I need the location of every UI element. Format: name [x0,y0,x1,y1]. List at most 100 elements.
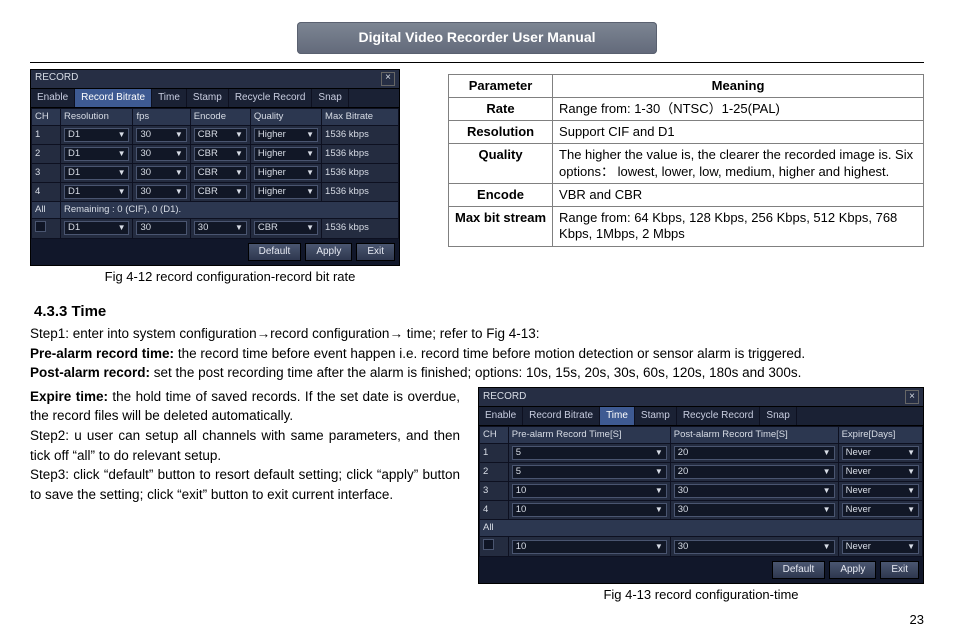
fps-select[interactable]: 30▼ [136,147,186,161]
tab-recycle[interactable]: Recycle Record [677,407,761,426]
expire-select[interactable]: Never▼ [842,540,919,554]
chevron-down-icon: ▼ [306,130,314,140]
fig-4-13-caption: Fig 4-13 record configuration-time [478,587,924,603]
chevron-down-icon: ▼ [306,223,314,233]
manual-banner: Digital Video Recorder User Manual [297,22,657,54]
col-encode: Encode [190,109,250,126]
expire-select[interactable]: Never▼ [842,465,919,479]
prealarm-select[interactable]: 5▼ [512,465,667,479]
chevron-down-icon: ▼ [235,130,243,140]
panel-title: RECORD [483,391,526,404]
col-fps: fps [133,109,190,126]
postalarm-select[interactable]: 30▼ [674,484,835,498]
prealarm-select[interactable]: 5▼ [512,446,667,460]
resolution-select[interactable]: D1▼ [64,128,130,142]
tab-record-bitrate[interactable]: Record Bitrate [75,89,152,108]
expire-select[interactable]: Never▼ [842,503,919,517]
postalarm-select[interactable]: 20▼ [674,446,835,460]
tab-record-bitrate[interactable]: Record Bitrate [523,407,600,426]
all-checkbox[interactable] [483,539,494,550]
chevron-down-icon: ▼ [907,542,915,552]
fps-select[interactable]: 30▼ [136,185,186,199]
chevron-down-icon: ▼ [823,542,831,552]
fig-4-13-panel: RECORD × Enable Record Bitrate Time Stam… [478,387,924,585]
col-quality: Quality [250,109,321,126]
quality-select[interactable]: Higher▼ [254,128,318,142]
close-icon[interactable]: × [381,72,395,86]
chevron-down-icon: ▼ [118,187,126,197]
table-row: 2 5▼ 20▼ Never▼ [480,463,923,482]
chevron-down-icon: ▼ [118,168,126,178]
resolution-select[interactable]: D1▼ [64,166,130,180]
close-icon[interactable]: × [905,390,919,404]
all-row: 10▼ 30▼ Never▼ [480,537,923,557]
expire-select[interactable]: Never▼ [842,484,919,498]
encode-select[interactable]: CBR▼ [194,147,247,161]
chevron-down-icon: ▼ [655,542,663,552]
encode-select[interactable]: CBR▼ [194,128,247,142]
page-number: 23 [910,612,924,628]
expire-select[interactable]: Never▼ [842,446,919,460]
postalarm-text: Post-alarm record: set the post recordin… [30,363,924,383]
chevron-down-icon: ▼ [823,486,831,496]
chevron-down-icon: ▼ [907,467,915,477]
chevron-down-icon: ▼ [655,486,663,496]
tab-time[interactable]: Time [152,89,187,108]
fps2-select[interactable]: 30▼ [194,221,247,235]
bitrate-grid: CH Resolution fps Encode Quality Max Bit… [31,108,399,239]
tab-recycle[interactable]: Recycle Record [229,89,313,108]
param-head-meaning: Meaning [553,74,924,97]
apply-button[interactable]: Apply [829,561,876,580]
tab-snap[interactable]: Snap [760,407,796,426]
encode-select[interactable]: CBR▼ [194,185,247,199]
default-button[interactable]: Default [772,561,826,580]
tab-enable[interactable]: Enable [31,89,75,108]
tab-stamp[interactable]: Stamp [187,89,229,108]
chevron-down-icon: ▼ [306,187,314,197]
all-checkbox[interactable] [35,221,46,232]
tab-stamp[interactable]: Stamp [635,407,677,426]
tab-snap[interactable]: Snap [312,89,348,108]
fps-select[interactable]: 30▼ [136,166,186,180]
chevron-down-icon: ▼ [235,149,243,159]
prealarm-select[interactable]: 10▼ [512,540,667,554]
panel-title: RECORD [35,72,78,85]
chevron-down-icon: ▼ [823,505,831,515]
prealarm-text: Pre-alarm record time: the record time b… [30,344,924,364]
chevron-down-icon: ▼ [655,467,663,477]
encode-select[interactable]: CBR▼ [254,221,318,235]
fps-select[interactable]: 30▼ [136,128,186,142]
section-heading: 4.3.3 Time [34,303,924,322]
quality-select[interactable]: Higher▼ [254,166,318,180]
prealarm-select[interactable]: 10▼ [512,503,667,517]
postalarm-select[interactable]: 20▼ [674,465,835,479]
chevron-down-icon: ▼ [823,448,831,458]
table-row: 4 10▼ 30▼ Never▼ [480,501,923,520]
time-grid: CH Pre-alarm Record Time[S] Post-alarm R… [479,426,923,557]
chevron-down-icon: ▼ [907,486,915,496]
chevron-down-icon: ▼ [175,187,183,197]
chevron-down-icon: ▼ [306,168,314,178]
chevron-down-icon: ▼ [306,149,314,159]
quality-select[interactable]: Higher▼ [254,185,318,199]
table-row: 2 D1▼ 30▼ CBR▼ Higher▼ 1536 kbps [32,144,399,163]
fps-select[interactable]: 30 [136,221,186,235]
tab-enable[interactable]: Enable [479,407,523,426]
chevron-down-icon: ▼ [823,467,831,477]
quality-select[interactable]: Higher▼ [254,147,318,161]
postalarm-select[interactable]: 30▼ [674,540,835,554]
chevron-down-icon: ▼ [175,130,183,140]
resolution-select[interactable]: D1▼ [64,185,130,199]
default-button[interactable]: Default [248,243,302,262]
apply-button[interactable]: Apply [305,243,352,262]
prealarm-select[interactable]: 10▼ [512,484,667,498]
tab-time[interactable]: Time [600,407,635,426]
exit-button[interactable]: Exit [880,561,919,580]
postalarm-select[interactable]: 30▼ [674,503,835,517]
exit-button[interactable]: Exit [356,243,395,262]
fig-4-12-caption: Fig 4-12 record configuration-record bit… [30,269,430,285]
resolution-select[interactable]: D1▼ [64,221,130,235]
resolution-select[interactable]: D1▼ [64,147,130,161]
table-row: 4 D1▼ 30▼ CBR▼ Higher▼ 1536 kbps [32,182,399,201]
encode-select[interactable]: CBR▼ [194,166,247,180]
